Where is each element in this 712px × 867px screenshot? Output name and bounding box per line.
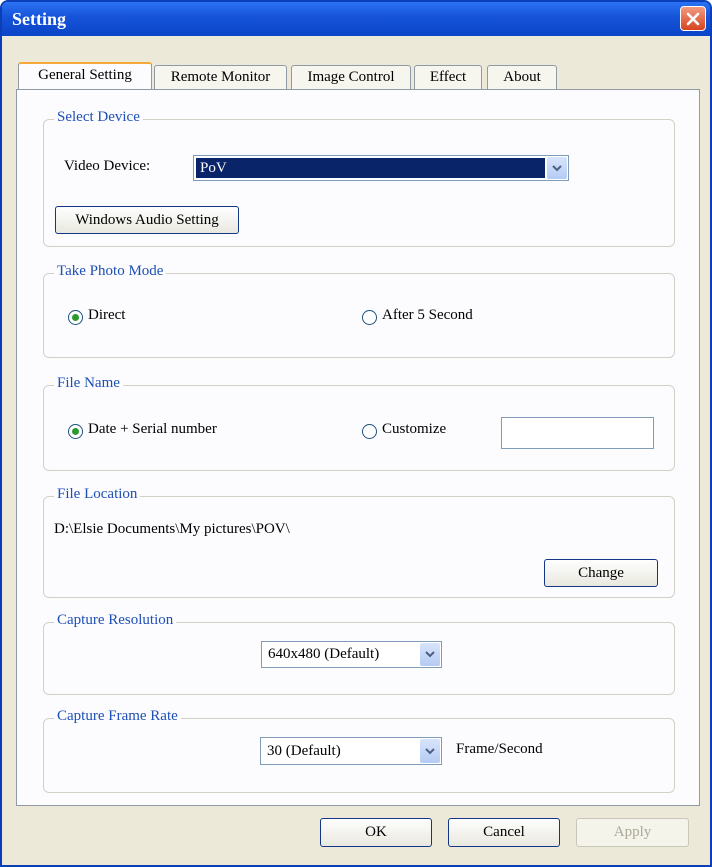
chevron-down-icon [552,164,562,171]
tab-label: General Setting [38,67,132,83]
windows-audio-setting-button[interactable]: Windows Audio Setting [55,206,239,234]
dropdown-button[interactable] [420,643,440,666]
capture-frame-rate-group: Capture Frame Rate 30 (Default) Frame/Se… [43,708,675,793]
tab-image-control[interactable]: Image Control [291,65,411,89]
dropdown-button[interactable] [547,157,567,179]
tab-remote-monitor[interactable]: Remote Monitor [154,65,287,89]
capture-frame-rate-select[interactable]: 30 (Default) [260,737,442,765]
close-icon [686,12,700,25]
chevron-down-icon [425,747,435,754]
ok-button[interactable]: OK [320,818,432,847]
dropdown-button[interactable] [420,739,440,763]
tab-about[interactable]: About [487,65,557,89]
tab-effect[interactable]: Effect [414,65,482,89]
direct-radio[interactable] [68,310,83,325]
file-name-legend: File Name [54,375,123,392]
tab-label: Effect [429,69,467,85]
video-device-select[interactable]: PoV [193,155,569,181]
after-5-second-radio[interactable] [362,310,377,325]
capture-frame-rate-value: 30 (Default) [267,743,341,759]
customize-input[interactable] [501,417,654,449]
select-device-group: Select Device Video Device: PoV Windows … [43,109,675,247]
chevron-down-icon [425,651,435,658]
video-device-value: PoV [200,160,227,176]
selection-highlight [196,158,545,178]
file-location-path: D:\Elsie Documents\My pictures\POV\ [54,521,290,537]
cancel-button[interactable]: Cancel [448,818,560,847]
setting-dialog: Setting General Setting Remote Monitor I… [0,0,712,867]
change-button[interactable]: Change [544,559,658,587]
tab-general-setting[interactable]: General Setting [18,62,152,89]
after-5-second-label: After 5 Second [382,307,473,323]
capture-resolution-group: Capture Resolution 640x480 (Default) [43,612,675,695]
capture-resolution-select[interactable]: 640x480 (Default) [261,641,442,668]
capture-resolution-value: 640x480 (Default) [268,646,380,662]
customize-radio[interactable] [362,424,377,439]
title-bar[interactable]: Setting [2,2,710,36]
close-button[interactable] [680,6,706,31]
frame-per-second-label: Frame/Second [456,741,543,757]
tab-panel-general-setting: Select Device Video Device: PoV Windows … [16,89,700,806]
tab-label: Remote Monitor [170,69,271,85]
tab-label: Image Control [307,69,395,85]
tab-label: About [503,69,541,85]
window-title: Setting [12,9,66,29]
file-location-group: File Location D:\Elsie Documents\My pict… [43,486,675,598]
take-photo-mode-legend: Take Photo Mode [54,263,167,280]
date-serial-label: Date + Serial number [88,421,217,437]
select-device-legend: Select Device [54,109,143,126]
direct-label: Direct [88,307,126,323]
date-serial-radio[interactable] [68,424,83,439]
video-device-label: Video Device: [64,158,151,174]
file-name-group: File Name Date + Serial number Customize [43,375,675,471]
file-location-legend: File Location [54,486,141,503]
capture-resolution-legend: Capture Resolution [54,612,177,629]
take-photo-mode-group: Take Photo Mode Direct After 5 Second [43,263,675,358]
apply-button[interactable]: Apply [576,818,689,847]
customize-label: Customize [382,421,447,437]
capture-frame-rate-legend: Capture Frame Rate [54,708,181,725]
